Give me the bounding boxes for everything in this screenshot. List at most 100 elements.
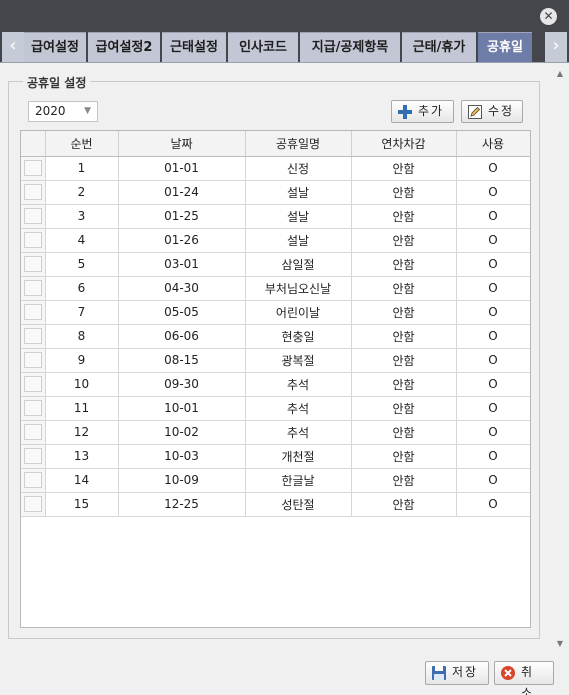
- table-row[interactable]: 5 03-01 삼일절 안함 O: [21, 252, 530, 277]
- cell-leave-deduction: 안함: [351, 204, 457, 229]
- column-header-use[interactable]: 사용: [456, 131, 530, 157]
- row-selector[interactable]: [21, 420, 46, 445]
- cell-leave-deduction: 안함: [351, 228, 457, 253]
- row-selector-box[interactable]: [23, 448, 42, 464]
- row-selector[interactable]: [21, 252, 46, 277]
- scroll-up-icon[interactable]: ▲: [557, 69, 563, 78]
- column-header-leave-deduction[interactable]: 연차차감: [351, 131, 457, 157]
- row-selector[interactable]: [21, 372, 46, 397]
- cell-number: 4: [45, 228, 119, 253]
- close-icon[interactable]: ✕: [540, 8, 557, 25]
- cell-use: O: [456, 204, 530, 229]
- row-selector-box[interactable]: [23, 232, 42, 248]
- row-selector[interactable]: [21, 276, 46, 301]
- row-selector-box[interactable]: [23, 472, 42, 488]
- column-header-holiday-name[interactable]: 공휴일명: [245, 131, 352, 157]
- table-row[interactable]: 8 06-06 현충일 안함 O: [21, 324, 530, 349]
- cell-date: 10-03: [118, 444, 246, 469]
- row-selector[interactable]: [21, 300, 46, 325]
- table-row[interactable]: 10 09-30 추석 안함 O: [21, 372, 530, 397]
- cell-number: 10: [45, 372, 119, 397]
- table-row[interactable]: 1 01-01 신정 안함 O: [21, 156, 530, 181]
- cell-use: O: [456, 396, 530, 421]
- cell-number: 7: [45, 300, 119, 325]
- cell-leave-deduction: 안함: [351, 276, 457, 301]
- tab-payment-deduction-items[interactable]: 지급/공제항목: [300, 32, 400, 62]
- pencil-icon: [468, 105, 482, 119]
- row-selector-box[interactable]: [23, 280, 42, 296]
- row-selector-box[interactable]: [23, 160, 42, 176]
- row-selector-box[interactable]: [23, 304, 42, 320]
- cell-leave-deduction: 안함: [351, 156, 457, 181]
- edit-button[interactable]: 수정: [461, 100, 523, 123]
- table-row[interactable]: 13 10-03 개천절 안함 O: [21, 444, 530, 469]
- cell-date: 10-02: [118, 420, 246, 445]
- cell-leave-deduction: 안함: [351, 468, 457, 493]
- cell-holiday-name: 개천절: [245, 444, 352, 469]
- row-selector-box[interactable]: [23, 352, 42, 368]
- table-row[interactable]: 14 10-09 한글날 안함 O: [21, 468, 530, 493]
- tab-content: ▲ 공휴일 설정 2020 ▼ 추가 수정 순번 날짜 공휴일명 연차차감 사용…: [0, 62, 569, 652]
- row-selector[interactable]: [21, 156, 46, 181]
- row-selector[interactable]: [21, 396, 46, 421]
- cell-number: 3: [45, 204, 119, 229]
- table-row[interactable]: 6 04-30 부처님오신날 안함 O: [21, 276, 530, 301]
- row-selector[interactable]: [21, 492, 46, 517]
- cell-leave-deduction: 안함: [351, 180, 457, 205]
- dialog-footer: 저장 취소: [0, 652, 569, 695]
- row-selector-box[interactable]: [23, 496, 42, 512]
- row-selector-box[interactable]: [23, 400, 42, 416]
- tab-scroll-left-icon[interactable]: ‹: [2, 32, 24, 62]
- row-selector[interactable]: [21, 324, 46, 349]
- row-selector[interactable]: [21, 348, 46, 373]
- save-button[interactable]: 저장: [425, 661, 489, 685]
- tab-scroll-right-icon[interactable]: ›: [545, 32, 567, 62]
- holiday-table: 순번 날짜 공휴일명 연차차감 사용 1 01-01 신정 안함 O 2 01-24 설날 안함…: [20, 130, 531, 628]
- table-row[interactable]: 15 12-25 성탄절 안함 O: [21, 492, 530, 517]
- tab-payroll-settings[interactable]: 급여설정: [24, 32, 86, 62]
- plus-icon: [398, 105, 412, 119]
- cell-holiday-name: 설날: [245, 180, 352, 205]
- row-selector-box[interactable]: [23, 208, 42, 224]
- add-button[interactable]: 추가: [391, 100, 454, 123]
- row-selector-box[interactable]: [23, 424, 42, 440]
- row-selector[interactable]: [21, 468, 46, 493]
- tab-attendance-settings[interactable]: 근태설정: [162, 32, 226, 62]
- cell-date: 09-30: [118, 372, 246, 397]
- cell-date: 03-01: [118, 252, 246, 277]
- table-row[interactable]: 3 01-25 설날 안함 O: [21, 204, 530, 229]
- row-selector[interactable]: [21, 180, 46, 205]
- year-select[interactable]: 2020 ▼: [28, 101, 98, 122]
- table-row[interactable]: 4 01-26 설날 안함 O: [21, 228, 530, 253]
- row-selector-box[interactable]: [23, 328, 42, 344]
- row-selector-box[interactable]: [23, 256, 42, 272]
- cell-use: O: [456, 468, 530, 493]
- table-row[interactable]: 12 10-02 추석 안함 O: [21, 420, 530, 445]
- row-selector[interactable]: [21, 444, 46, 469]
- table-row[interactable]: 9 08-15 광복절 안함 O: [21, 348, 530, 373]
- table-row[interactable]: 2 01-24 설날 안함 O: [21, 180, 530, 205]
- cell-date: 01-26: [118, 228, 246, 253]
- table-row[interactable]: 11 10-01 추석 안함 O: [21, 396, 530, 421]
- cancel-button[interactable]: 취소: [494, 661, 554, 695]
- cell-number: 11: [45, 396, 119, 421]
- row-selector[interactable]: [21, 228, 46, 253]
- tab-holidays[interactable]: 공휴일: [478, 32, 532, 62]
- tab-attendance-leave[interactable]: 근태/휴가: [402, 32, 476, 62]
- cell-date: 12-25: [118, 492, 246, 517]
- tab-payroll-settings-2[interactable]: 급여설정2: [88, 32, 160, 62]
- column-header-number[interactable]: 순번: [45, 131, 119, 157]
- cell-use: O: [456, 252, 530, 277]
- cell-number: 9: [45, 348, 119, 373]
- table-row[interactable]: 7 05-05 어린이날 안함 O: [21, 300, 530, 325]
- tab-hr-codes[interactable]: 인사코드: [228, 32, 298, 62]
- row-selector-box[interactable]: [23, 376, 42, 392]
- scroll-down-icon[interactable]: ▼: [557, 639, 563, 648]
- column-header-date[interactable]: 날짜: [118, 131, 246, 157]
- row-selector-box[interactable]: [23, 184, 42, 200]
- cell-holiday-name: 추석: [245, 420, 352, 445]
- row-selector[interactable]: [21, 204, 46, 229]
- cell-use: O: [456, 300, 530, 325]
- cell-number: 15: [45, 492, 119, 517]
- cell-use: O: [456, 324, 530, 349]
